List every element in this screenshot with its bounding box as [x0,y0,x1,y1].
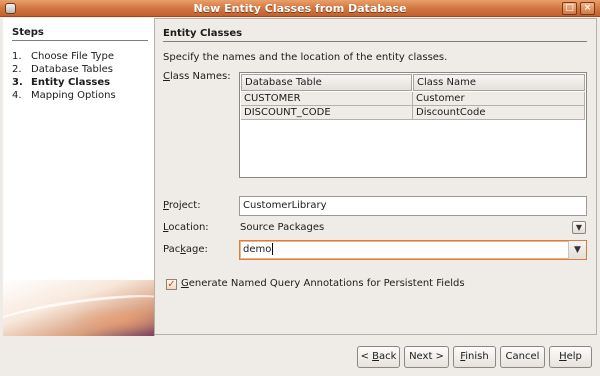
steps-panel: Steps 1. Choose File Type 2. Database Tabl… [3,18,155,336]
cell-database-table[interactable]: DISCOUNT_CODE [241,106,413,120]
check-icon: ✓ [167,279,176,290]
cell-class-name[interactable]: Customer [413,92,585,106]
text-caret [272,243,274,255]
step-item: 2. Database Tables [12,64,113,75]
window-title: New Entity Classes from Database [193,2,407,15]
table-row[interactable]: CUSTOMER Customer [241,92,585,106]
steps-list: 1. Choose File Type 2. Database Tables 3. E… [12,50,116,102]
step-item: 1. Choose File Type [12,51,114,62]
cell-class-name[interactable]: DiscountCode [413,106,585,120]
finish-button[interactable]: Finish [453,346,496,368]
back-button[interactable]: < Back [357,346,400,368]
cancel-button[interactable]: Cancel [500,346,545,368]
table-row[interactable]: DISCOUNT_CODE DiscountCode [241,106,585,120]
panel-description: Specify the names and the location of th… [163,52,448,63]
class-names-table[interactable]: Database Table Class Name CUSTOMER Custo… [239,72,587,178]
cell-database-table[interactable]: CUSTOMER [241,92,413,106]
step-label: Database Tables [31,64,113,75]
step-item-current: 3. Entity Classes [12,77,111,88]
step-label: Choose File Type [31,51,114,62]
title-bar[interactable]: New Entity Classes from Database □ × [0,0,600,17]
help-button[interactable]: Help [549,346,592,368]
column-header-class-name[interactable]: Class Name [413,74,585,91]
location-label: Location: [163,222,209,233]
heading-divider [163,41,587,42]
package-label: Package: [163,244,208,255]
location-value: Source Packages [240,222,325,233]
chevron-down-icon: ▼ [575,223,583,232]
location-dropdown-button[interactable]: ▼ [572,221,586,234]
panel-heading: Entity Classes [163,28,243,39]
steps-divider [12,40,148,41]
generate-annotations-checkbox[interactable]: ✓ [166,279,177,290]
project-label: Project: [163,200,201,211]
table-header: Database Table Class Name [241,74,585,91]
step-item: 4. Mapping Options [12,90,116,101]
next-button[interactable]: Next > [404,346,449,368]
column-header-database-table[interactable]: Database Table [241,74,412,91]
package-dropdown-button[interactable]: ▼ [568,241,586,259]
close-button[interactable]: × [580,2,595,15]
class-names-label: Class Names: [163,71,231,82]
steps-heading: Steps [12,27,44,38]
project-field[interactable]: CustomerLibrary [239,196,587,216]
step-label: Mapping Options [31,90,116,101]
chevron-down-icon: ▼ [574,245,581,255]
package-combo[interactable]: demo ▼ [239,240,587,260]
package-input[interactable]: demo [243,244,271,255]
maximize-button[interactable]: □ [562,2,577,15]
generate-annotations-label[interactable]: Generate Named Query Annotations for Per… [181,278,465,289]
decorative-banner [3,280,154,336]
step-label: Entity Classes [31,77,111,88]
